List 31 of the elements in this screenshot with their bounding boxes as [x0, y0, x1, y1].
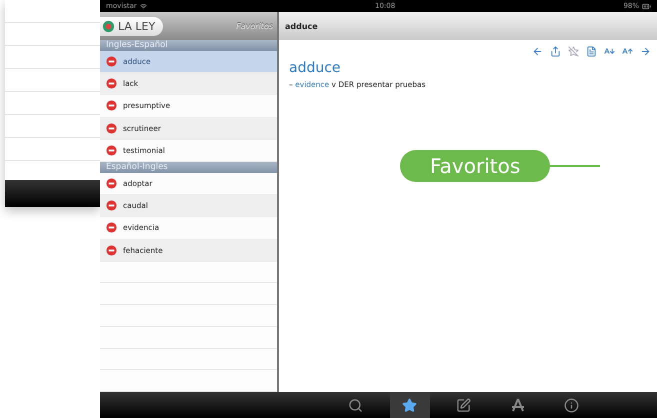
nav-title: adduce	[285, 22, 318, 30]
section-header: Ingles-Español	[100, 40, 277, 51]
logo: LA LEY	[100, 16, 164, 36]
battery-icon	[642, 2, 651, 10]
delete-icon[interactable]	[106, 122, 117, 134]
globe-icon	[102, 20, 115, 32]
callout-label: Favoritos	[400, 150, 550, 182]
info-icon	[564, 398, 579, 412]
delete-icon[interactable]	[106, 144, 117, 156]
delete-icon[interactable]	[106, 222, 117, 234]
delete-icon[interactable]	[106, 200, 117, 212]
sidebar-title: Favoritos	[236, 22, 273, 30]
delete-icon[interactable]	[106, 178, 117, 190]
wifi-icon	[140, 2, 147, 10]
pen-square-icon	[456, 398, 471, 412]
apps-icon	[510, 397, 526, 413]
headword: adduce	[288, 59, 342, 76]
font-decrease-icon[interactable]	[604, 46, 615, 57]
delete-icon[interactable]	[106, 56, 117, 68]
forward-arrow-icon[interactable]	[640, 46, 651, 57]
document-icon[interactable]	[586, 46, 597, 57]
delete-icon[interactable]	[106, 78, 117, 90]
leader-line	[550, 165, 600, 167]
delete-icon[interactable]	[106, 100, 117, 112]
tab[interactable]	[390, 392, 430, 418]
font-increase-icon[interactable]	[622, 46, 633, 57]
delete-icon[interactable]	[106, 244, 117, 256]
back-arrow-icon[interactable]	[532, 46, 543, 57]
section-header: Español-Ingles	[100, 162, 277, 173]
search-icon	[348, 398, 363, 412]
share-icon[interactable]	[550, 46, 561, 57]
